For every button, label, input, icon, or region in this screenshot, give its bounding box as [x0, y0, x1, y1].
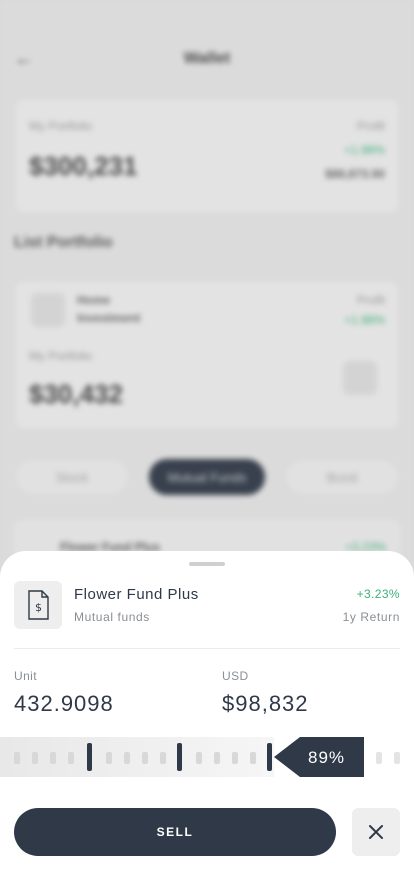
close-icon — [369, 825, 383, 839]
svg-text:$: $ — [35, 601, 42, 614]
slider-tick — [214, 752, 220, 764]
slider-tick-major — [87, 743, 92, 771]
unit-label: Unit — [14, 669, 37, 683]
slider-tick — [250, 752, 256, 764]
slider-tick-major — [177, 743, 182, 771]
unit-value[interactable]: 432.9098 — [14, 691, 114, 717]
slider-tick — [160, 752, 166, 764]
slider-tick — [106, 752, 112, 764]
usd-value[interactable]: $98,832 — [222, 691, 309, 717]
fund-return-value: +3.23% — [356, 587, 400, 601]
slider-tick — [376, 752, 382, 764]
slider-tick — [124, 752, 130, 764]
divider — [14, 648, 400, 649]
usd-label: USD — [222, 669, 249, 683]
sell-button[interactable]: SELL — [14, 808, 336, 856]
fund-type: Mutual funds — [74, 610, 150, 624]
slider-tick — [14, 752, 20, 764]
slider-tick — [142, 752, 148, 764]
dollar-document-icon: $ — [14, 581, 62, 629]
slider-tick-major — [267, 743, 272, 771]
fund-return-label: 1y Return — [342, 610, 400, 624]
percentage-slider[interactable]: 89% — [0, 737, 414, 777]
slider-tick — [394, 752, 400, 764]
slider-tick — [232, 752, 238, 764]
fund-name: Flower Fund Plus — [74, 586, 199, 603]
slider-percent-label: 89% — [308, 748, 346, 767]
slider-tick — [196, 752, 202, 764]
sell-bottom-sheet: $ Flower Fund Plus Mutual funds +3.23% 1… — [0, 551, 414, 896]
slider-tick — [50, 752, 56, 764]
sheet-drag-handle[interactable] — [189, 562, 225, 566]
close-button[interactable] — [352, 808, 400, 856]
slider-tick — [68, 752, 74, 764]
slider-tick — [32, 752, 38, 764]
